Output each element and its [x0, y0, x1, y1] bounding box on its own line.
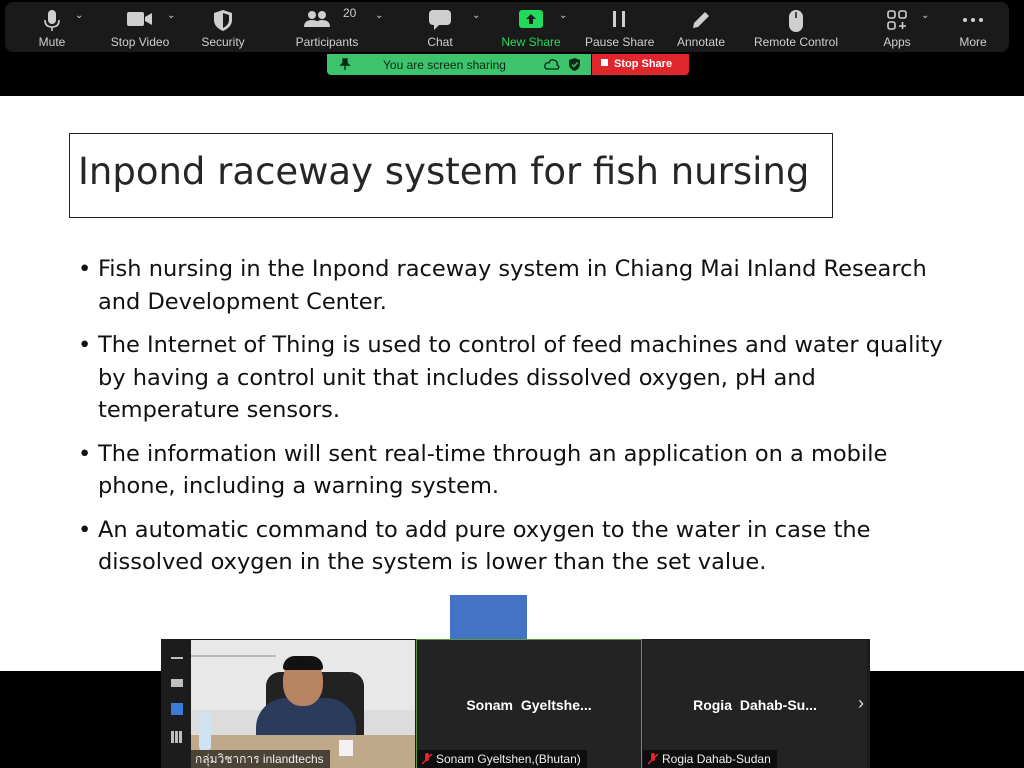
- apps-button[interactable]: ⌄ Apps: [877, 2, 929, 52]
- microphone-icon: [44, 10, 60, 31]
- mute-label: Mute: [38, 35, 66, 49]
- remote-control-button[interactable]: Remote Control: [753, 2, 839, 52]
- mouse-icon: [789, 10, 803, 32]
- minimize-icon[interactable]: [171, 657, 183, 659]
- participants-label: Participants: [295, 35, 359, 49]
- muted-mic-icon: [421, 753, 433, 765]
- chevron-down-icon[interactable]: ⌄: [472, 10, 480, 21]
- chat-button[interactable]: ⌄ Chat: [420, 2, 480, 52]
- remote-control-label: Remote Control: [753, 35, 839, 49]
- share-screen-icon: [519, 10, 543, 28]
- more-button[interactable]: More: [953, 2, 993, 52]
- participant-display-name: Sonam Gyeltshe...: [466, 697, 592, 713]
- meeting-toolbar: ⌄ Mute ⌄ Stop Video Security 20 ⌄ Partic…: [5, 2, 1009, 52]
- slide-bullet: The information will sent real-time thro…: [76, 438, 946, 503]
- participant-count: 20: [343, 6, 357, 20]
- shared-slide: Inpond raceway system for fish nursing F…: [0, 96, 1024, 671]
- screen-sharing-banner[interactable]: You are screen sharing: [327, 54, 591, 75]
- muted-mic-icon: [647, 753, 659, 765]
- single-view-icon[interactable]: [171, 679, 183, 687]
- slide-bullet-list: Fish nursing in the Inpond raceway syste…: [76, 253, 946, 590]
- video-camera-icon: [127, 12, 152, 26]
- security-button[interactable]: Security: [197, 2, 249, 52]
- chevron-down-icon[interactable]: ⌄: [75, 10, 83, 21]
- strip-view-controls: [161, 639, 190, 768]
- participants-icon: [304, 11, 330, 27]
- participant-video: [191, 640, 415, 768]
- chat-label: Chat: [427, 35, 453, 49]
- chevron-down-icon[interactable]: ⌄: [167, 10, 175, 21]
- apps-label: Apps: [883, 35, 911, 49]
- pencil-icon: [693, 12, 709, 28]
- participant-tile[interactable]: Rogia Dahab-Su... Rogia Dahab-Sudan: [643, 640, 867, 768]
- participant-name-tag: Rogia Dahab-Sudan: [643, 750, 777, 768]
- chevron-down-icon[interactable]: ⌄: [921, 10, 929, 21]
- stop-square-icon: [601, 59, 608, 66]
- slide-title: Inpond raceway system for fish nursing: [78, 150, 810, 193]
- participant-tile[interactable]: Sonam Gyeltshe... Sonam Gyeltshen,(Bhuta…: [416, 639, 642, 768]
- pause-share-button[interactable]: Pause Share: [585, 2, 655, 52]
- new-share-label: New Share: [501, 35, 561, 49]
- participant-name: กลุ่มวิชาการ inlandtechs: [195, 752, 324, 766]
- pause-share-label: Pause Share: [585, 35, 655, 49]
- chevron-right-icon[interactable]: ›: [858, 693, 864, 714]
- slide-title-box: Inpond raceway system for fish nursing: [69, 133, 833, 218]
- shield-check-icon: [569, 58, 580, 71]
- chevron-down-icon[interactable]: ⌄: [559, 10, 567, 21]
- chat-bubble-icon: [429, 10, 451, 30]
- chevron-down-icon[interactable]: ⌄: [375, 10, 383, 21]
- stop-video-label: Stop Video: [110, 35, 170, 49]
- security-label: Security: [201, 35, 245, 49]
- shield-icon: [214, 10, 232, 31]
- participant-display-name: Rogia Dahab-Su...: [693, 697, 817, 713]
- sharing-status-text: You are screen sharing: [383, 58, 506, 72]
- pause-icon: [613, 11, 625, 27]
- participant-name: Rogia Dahab-Sudan: [662, 752, 771, 766]
- apps-icon: [887, 10, 907, 30]
- stop-share-label: Stop Share: [614, 58, 673, 70]
- pin-icon[interactable]: [339, 58, 351, 70]
- participants-button[interactable]: 20 ⌄ Participants: [295, 2, 384, 52]
- participant-video-strip: กลุ่มวิชาการ inlandtechs Sonam Gyeltshe.…: [161, 639, 870, 768]
- annotate-button[interactable]: Annotate: [673, 2, 729, 52]
- new-share-button[interactable]: ⌄ New Share: [499, 2, 567, 52]
- stop-video-button[interactable]: ⌄ Stop Video: [107, 2, 176, 52]
- more-dots-icon: [963, 18, 983, 22]
- mute-button[interactable]: ⌄ Mute: [27, 2, 83, 52]
- slide-bullet: Fish nursing in the Inpond raceway syste…: [76, 253, 946, 318]
- participant-name-tag: Sonam Gyeltshen,(Bhutan): [417, 750, 587, 768]
- more-label: More: [959, 35, 987, 49]
- gallery-grid-icon[interactable]: [171, 731, 183, 743]
- slide-bullet: An automatic command to add pure oxygen …: [76, 514, 946, 579]
- participant-name-tag: กลุ่มวิชาการ inlandtechs: [191, 750, 330, 768]
- annotate-label: Annotate: [676, 35, 726, 49]
- slide-bullet: The Internet of Thing is used to control…: [76, 329, 946, 427]
- stop-share-button[interactable]: Stop Share: [592, 54, 689, 75]
- participant-name: Sonam Gyeltshen,(Bhutan): [436, 752, 581, 766]
- participant-tile[interactable]: กลุ่มวิชาการ inlandtechs: [191, 640, 415, 768]
- cloud-icon: [544, 59, 560, 70]
- strip-view-icon[interactable]: [171, 703, 183, 715]
